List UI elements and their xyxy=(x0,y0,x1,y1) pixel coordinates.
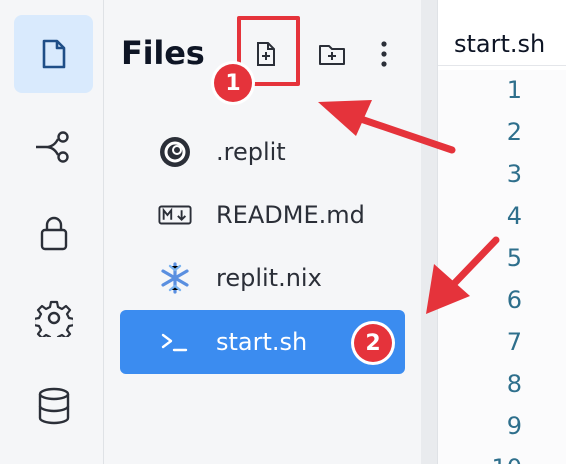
settings-rail-button[interactable] xyxy=(14,279,93,357)
lock-icon xyxy=(40,216,67,251)
file-name: replit.nix xyxy=(216,264,322,292)
files-rail-button[interactable] xyxy=(14,15,93,93)
version-control-rail-button[interactable] xyxy=(14,108,93,186)
activity-rail xyxy=(0,0,104,464)
annotation-badge-1: 1 xyxy=(214,64,252,102)
files-icon xyxy=(42,39,65,69)
file-item[interactable]: README.md xyxy=(120,183,405,247)
line-number-gutter: 1 2 3 4 5 6 7 8 9 10 xyxy=(438,70,566,464)
file-name: start.sh xyxy=(216,328,308,356)
tab-label: start.sh xyxy=(454,30,546,58)
line-number: 3 xyxy=(506,160,522,188)
line-number: 10 xyxy=(438,454,522,464)
line-number: 6 xyxy=(506,286,522,314)
line-number: 7 xyxy=(506,328,522,356)
markdown-icon xyxy=(158,198,192,232)
line-number: 9 xyxy=(506,412,522,440)
file-name: README.md xyxy=(216,201,365,229)
file-name: .replit xyxy=(216,138,286,166)
replit-config-icon xyxy=(158,135,192,169)
file-item[interactable]: replit.nix xyxy=(120,246,405,310)
terminal-icon xyxy=(158,325,192,359)
annotation-badge-2: 2 xyxy=(354,324,392,362)
database-rail-button[interactable] xyxy=(14,367,93,445)
secrets-rail-button[interactable] xyxy=(14,194,93,272)
database-icon xyxy=(38,387,69,425)
panel-title: Files xyxy=(121,34,205,72)
line-number: 1 xyxy=(506,76,522,104)
line-number: 8 xyxy=(506,370,522,398)
new-folder-button[interactable] xyxy=(318,40,346,68)
more-options-button[interactable] xyxy=(370,40,398,68)
file-item[interactable]: .replit xyxy=(120,120,405,184)
more-options-icon xyxy=(381,41,387,67)
line-number: 5 xyxy=(506,244,522,272)
code-editor[interactable]: start.sh 1 2 3 4 5 6 7 8 9 10 xyxy=(437,0,566,464)
gear-icon xyxy=(34,300,73,337)
new-folder-icon xyxy=(319,45,345,65)
tab-start-sh[interactable]: start.sh xyxy=(438,8,566,66)
git-icon xyxy=(35,131,69,163)
nix-icon xyxy=(158,261,192,295)
line-number: 4 xyxy=(506,202,522,230)
line-number: 2 xyxy=(506,118,522,146)
